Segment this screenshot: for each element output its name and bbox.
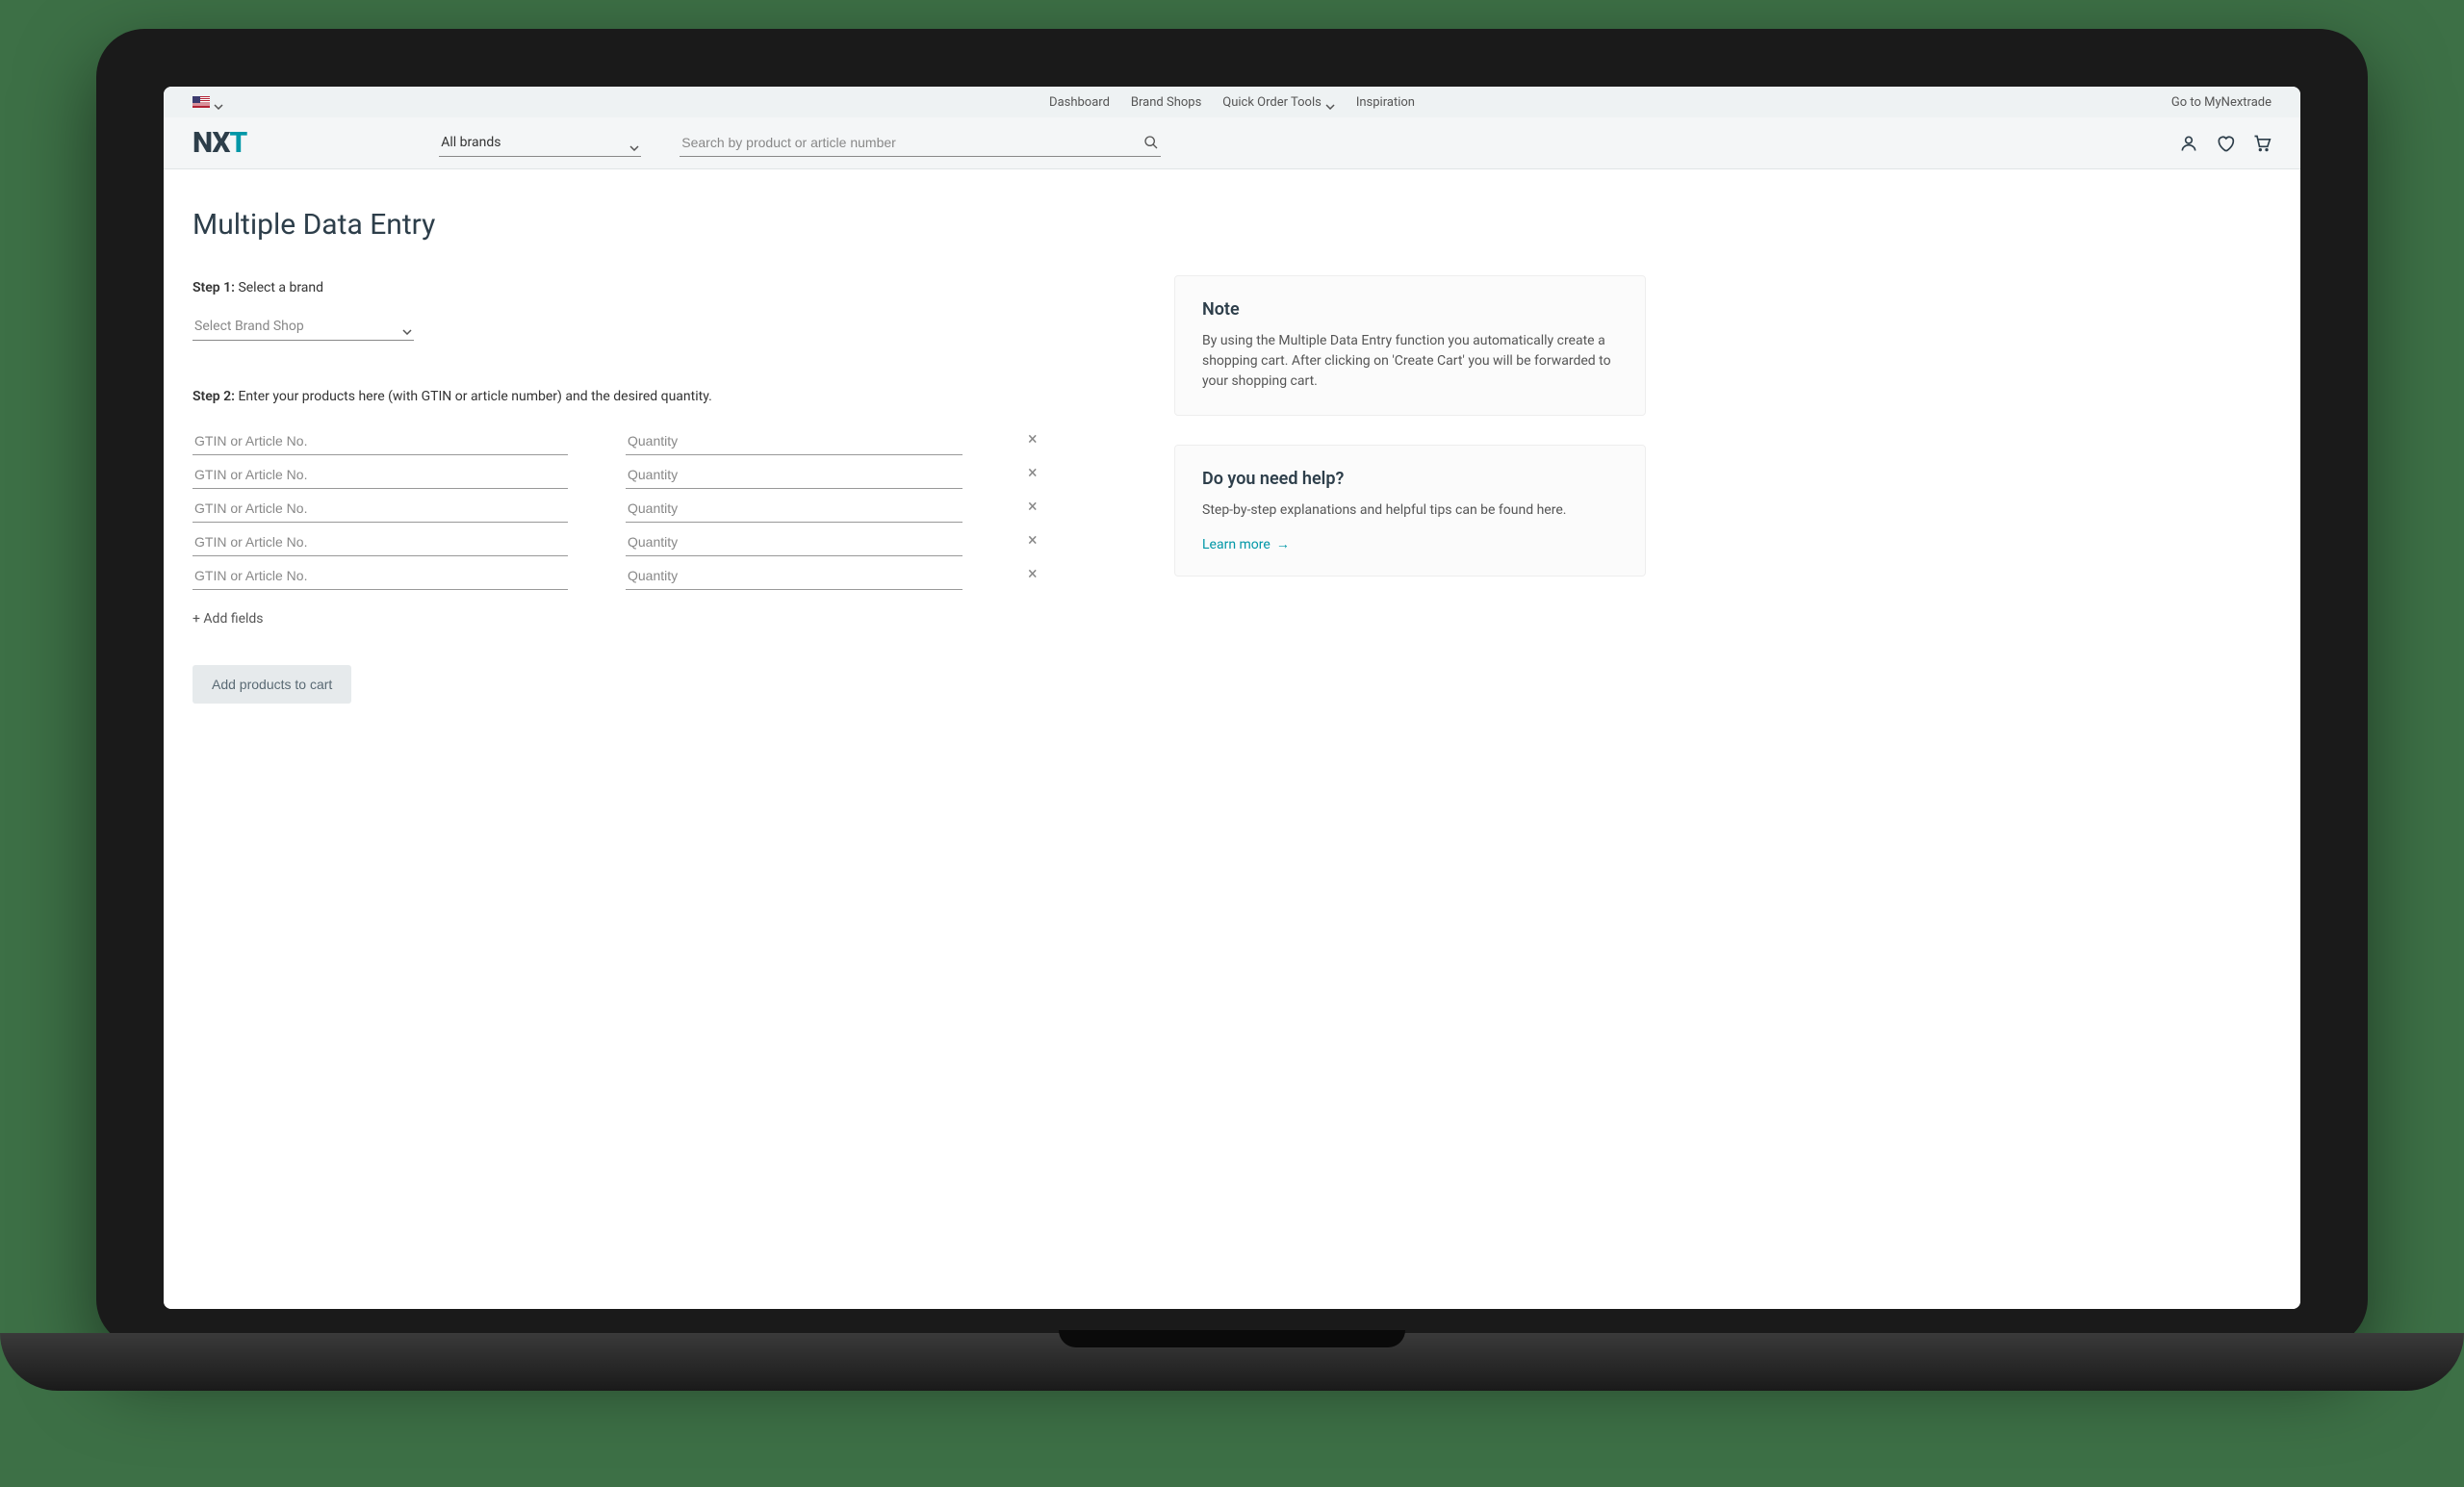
chevron-down-icon [214,99,223,105]
chevron-down-icon [1325,99,1335,105]
main-header: NXT All brands [164,117,2300,169]
entry-row: × [192,491,1078,523]
entry-row: × [192,525,1078,556]
brand-select-dropdown[interactable]: Select Brand Shop [192,313,414,341]
nav-mynextrade[interactable]: Go to MyNextrade [2171,95,2272,110]
account-icon[interactable] [2179,134,2198,153]
gtin-input[interactable] [192,457,568,489]
top-nav: Dashboard Brand Shops Quick Order Tools … [1049,95,1415,110]
quantity-input[interactable] [626,525,962,556]
main-column: Multiple Data Entry Step 1: Select a bra… [192,208,1078,1270]
language-selector[interactable] [192,96,223,108]
entry-row: × [192,423,1078,455]
note-title: Note [1202,299,1618,320]
add-fields-button[interactable]: + Add fields [192,611,1078,627]
remove-row-button[interactable]: × [1020,463,1045,483]
gtin-input[interactable] [192,491,568,523]
step2-bold: Step 2: [192,389,235,404]
search-icon[interactable] [1143,135,1159,150]
logo[interactable]: NXT [192,126,246,160]
quantity-input[interactable] [626,491,962,523]
step1-label: Step 1: Select a brand [192,280,1078,295]
page-title: Multiple Data Entry [192,208,1078,242]
entry-row: × [192,457,1078,489]
remove-row-button[interactable]: × [1020,429,1045,449]
brand-select-placeholder: Select Brand Shop [194,319,304,334]
entry-rows: × × × × × [192,423,1078,590]
flag-icon [192,96,210,108]
header-icons [2179,134,2272,153]
top-utility-bar: Dashboard Brand Shops Quick Order Tools … [164,87,2300,117]
quantity-input[interactable] [626,457,962,489]
nav-dashboard[interactable]: Dashboard [1049,95,1110,110]
remove-row-button[interactable]: × [1020,530,1045,551]
arrow-right-icon: → [1276,536,1290,552]
logo-nx: NX [192,126,229,160]
wishlist-icon[interactable] [2216,134,2235,153]
entry-row: × [192,558,1078,590]
remove-row-button[interactable]: × [1020,497,1045,517]
help-title: Do you need help? [1202,469,1618,489]
nav-inspiration[interactable]: Inspiration [1356,95,1415,110]
note-card: Note By using the Multiple Data Entry fu… [1174,275,1646,416]
step1-bold: Step 1: [192,280,235,295]
chevron-down-icon [629,140,639,145]
chevron-down-icon [402,323,412,329]
remove-row-button[interactable]: × [1020,564,1045,584]
laptop-frame: Dashboard Brand Shops Quick Order Tools … [96,29,2368,1347]
step2-label: Step 2: Enter your products here (with G… [192,389,1078,404]
gtin-input[interactable] [192,525,568,556]
search-bar [680,129,1161,157]
content-area: Multiple Data Entry Step 1: Select a bra… [164,169,2300,1309]
laptop-notch [1059,1330,1405,1347]
nav-quick-order-tools[interactable]: Quick Order Tools [1222,95,1335,110]
learn-more-label: Learn more [1202,537,1270,552]
search-input[interactable] [681,135,1143,150]
brand-filter-dropdown[interactable]: All brands [439,129,641,157]
note-text: By using the Multiple Data Entry functio… [1202,331,1618,392]
help-text: Step-by-step explanations and helpful ti… [1202,500,1618,521]
brand-filter-label: All brands [441,135,500,150]
screen: Dashboard Brand Shops Quick Order Tools … [164,87,2300,1309]
add-products-to-cart-button[interactable]: Add products to cart [192,665,351,704]
help-card: Do you need help? Step-by-step explanati… [1174,445,1646,577]
learn-more-link[interactable]: Learn more → [1202,536,1618,552]
cart-icon[interactable] [2252,134,2272,153]
logo-t: T [229,126,246,160]
gtin-input[interactable] [192,423,568,455]
quantity-input[interactable] [626,558,962,590]
nav-brand-shops[interactable]: Brand Shops [1131,95,1201,110]
step2-text: Enter your products here (with GTIN or a… [238,389,711,404]
side-column: Note By using the Multiple Data Entry fu… [1174,275,1646,1270]
quantity-input[interactable] [626,423,962,455]
nav-quick-order-label: Quick Order Tools [1222,95,1322,110]
gtin-input[interactable] [192,558,568,590]
step1-text: Select a brand [238,280,323,295]
